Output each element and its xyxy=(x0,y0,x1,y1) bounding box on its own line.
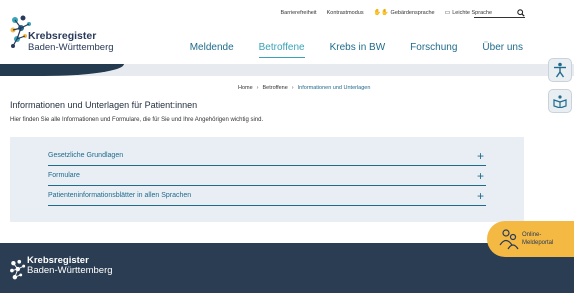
search-icon[interactable] xyxy=(517,9,525,17)
chevron-right-icon: › xyxy=(291,85,294,91)
plus-icon: + xyxy=(476,168,484,183)
accordion-item-label: Patienteninformationsblätter in allen Sp… xyxy=(48,192,192,199)
sign-language-icon: ✋✋ xyxy=(373,10,389,16)
plus-icon: + xyxy=(476,148,484,163)
book-icon xyxy=(553,95,567,108)
search-input[interactable] xyxy=(474,8,525,18)
nav-item-forschung[interactable]: Forschung xyxy=(410,42,457,58)
site-header: Krebsregister Baden-Württemberg Barriere… xyxy=(0,0,574,68)
main-nav: Meldende Betroffene Krebs in BW Forschun… xyxy=(190,42,523,58)
online-meldeportal-label: Online- Meldeportal xyxy=(522,231,553,247)
breadcrumb-current: Informationen und Unterlagen xyxy=(297,85,371,91)
utility-barrierefreiheit[interactable]: Barrierefreiheit xyxy=(281,10,317,16)
accordion-item-formulare[interactable]: Formulare + xyxy=(48,166,486,186)
accordion-item-label: Formulare xyxy=(48,172,80,179)
accessibility-person-icon xyxy=(554,62,566,78)
breadcrumb-home[interactable]: Home xyxy=(238,85,253,91)
nav-item-meldende[interactable]: Meldende xyxy=(190,42,234,58)
accordion-item-label: Gesetzliche Grundlagen xyxy=(48,152,124,159)
book-icon: ▭ xyxy=(444,10,451,16)
breadcrumb: Home › Betroffene › Informationen und Un… xyxy=(238,85,370,91)
breadcrumb-betroffene[interactable]: Betroffene xyxy=(263,85,288,91)
nav-item-krebs-in-bw[interactable]: Krebs in BW xyxy=(330,42,386,58)
utility-label: Barrierefreiheit xyxy=(280,9,317,16)
plus-icon: + xyxy=(476,188,484,203)
logo-line1: Krebsregister xyxy=(28,30,97,42)
easy-language-button[interactable] xyxy=(548,89,572,113)
page-intro: Hier finden Sie alle Informationen und F… xyxy=(10,117,264,123)
nav-item-ueber-uns[interactable]: Über uns xyxy=(482,42,523,58)
people-icon xyxy=(499,229,519,250)
online-label-line1: Online- xyxy=(522,232,542,238)
accessibility-button[interactable] xyxy=(548,58,572,82)
utility-gebaerdensprache[interactable]: ✋✋ Gebärdensprache xyxy=(373,9,435,17)
utility-kontrastmodus[interactable]: Kontrastmodus xyxy=(327,10,364,16)
online-meldeportal-button[interactable]: Online- Meldeportal xyxy=(487,221,574,257)
utility-label: Kontrastmodus xyxy=(326,9,364,16)
logo-line2: Baden-Württemberg xyxy=(28,42,114,53)
logo-text: Krebsregister Baden-Württemberg xyxy=(28,30,114,54)
accordion-item-gesetzliche-grundlagen[interactable]: Gesetzliche Grundlagen + xyxy=(48,146,486,166)
footer-logo-text[interactable]: Krebsregister Baden-Württemberg xyxy=(27,256,113,276)
nav-item-betroffene[interactable]: Betroffene xyxy=(258,42,305,58)
accordion-item-patienteninformationsblaetter[interactable]: Patienteninformationsblätter in allen Sp… xyxy=(48,186,486,206)
utility-label: Gebärdensprache xyxy=(390,9,435,16)
chevron-right-icon: › xyxy=(256,85,259,91)
footer-logo-line2: Baden-Württemberg xyxy=(27,265,113,276)
online-label-line2: Meldeportal xyxy=(522,240,554,246)
page-title: Informationen und Unterlagen für Patient… xyxy=(10,100,198,110)
utility-nav: Barrierefreiheit Kontrastmodus ✋✋ Gebärd… xyxy=(281,9,492,17)
site-logo[interactable]: Krebsregister Baden-Württemberg xyxy=(9,14,119,54)
accordion: Gesetzliche Grundlagen + Formulare + Pat… xyxy=(10,137,524,222)
